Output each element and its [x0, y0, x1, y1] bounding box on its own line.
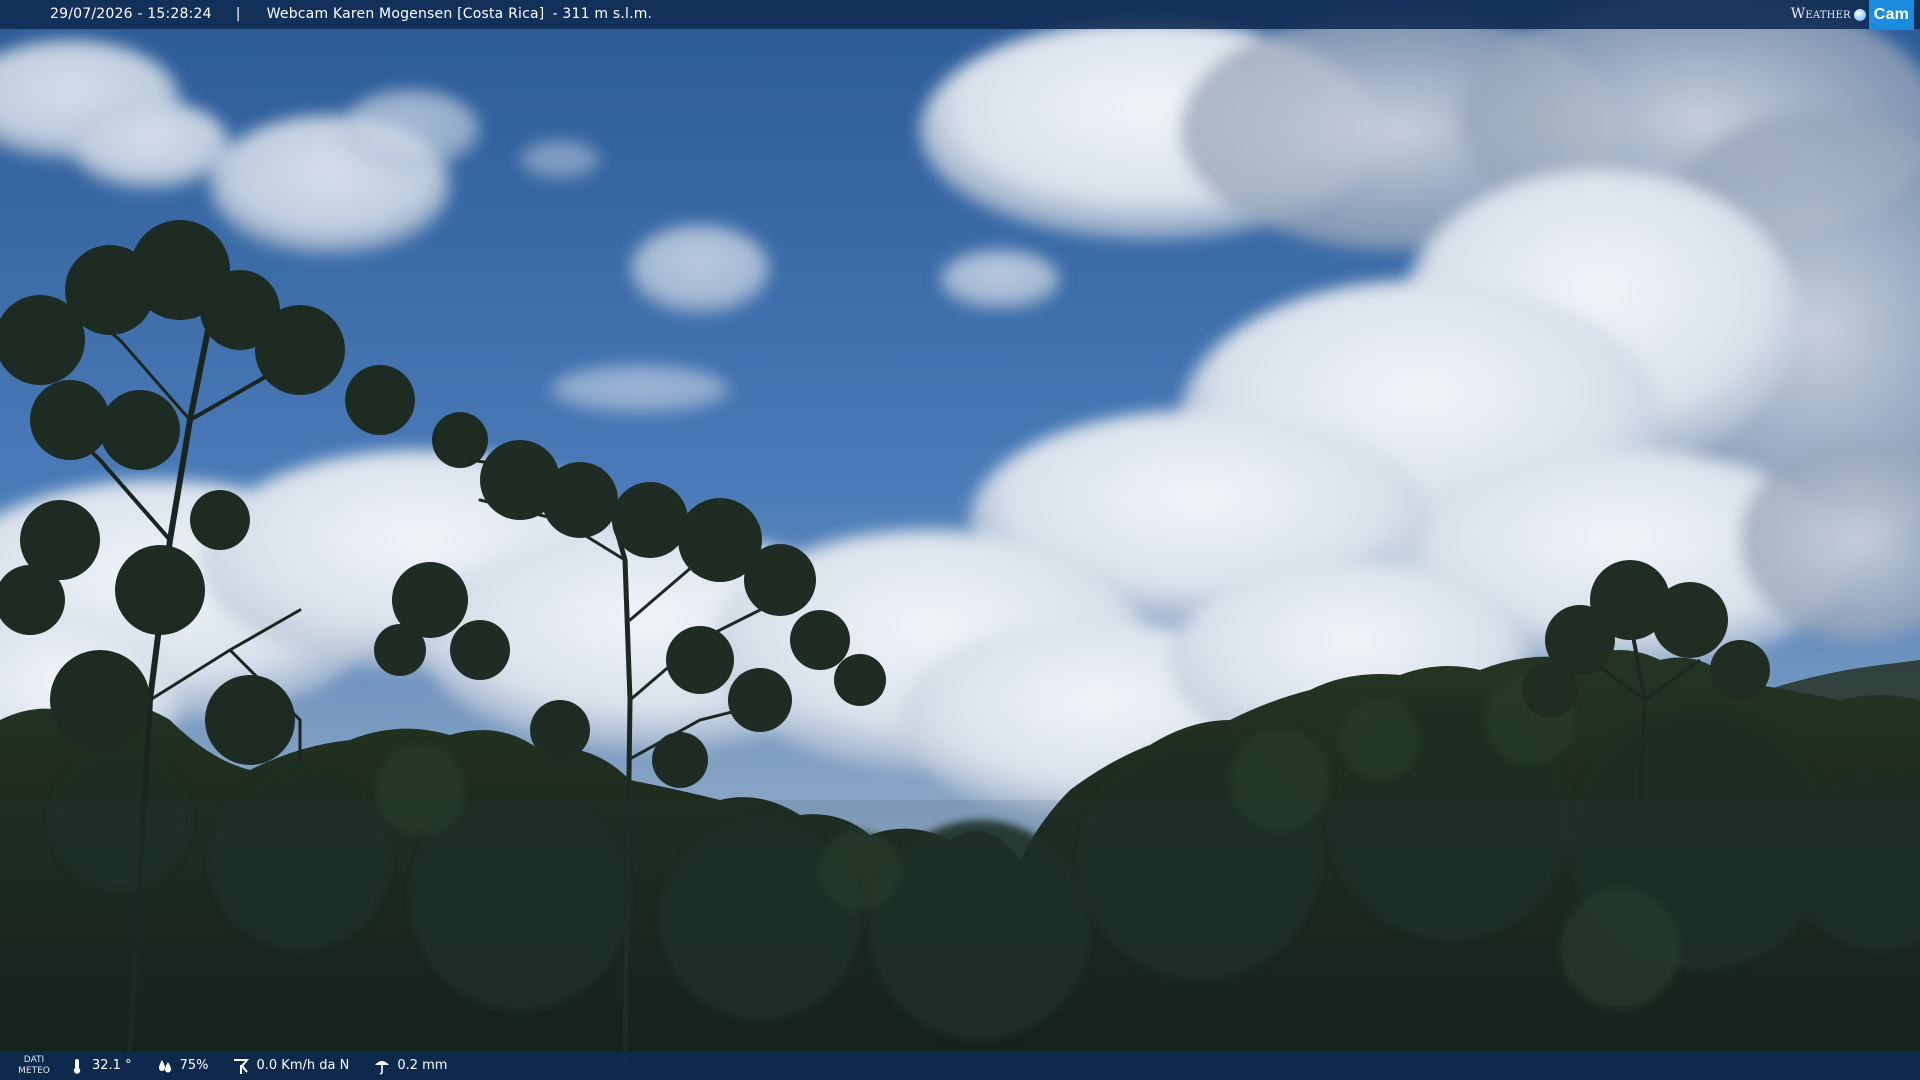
- altitude: - 311 m s.l.m.: [552, 6, 653, 22]
- humidity-value: 75%: [179, 1058, 209, 1073]
- thermometer-icon: [73, 1058, 81, 1074]
- rain-value: 0.2 mm: [397, 1058, 448, 1073]
- datetime: 29/07/2026 - 15:28:24: [50, 6, 212, 22]
- meteo-label: METEO: [18, 1065, 50, 1076]
- wind-reading: 0.0 Km/h da N: [232, 1057, 349, 1075]
- rain-reading: 0.2 mm: [373, 1057, 447, 1075]
- haze: [0, 800, 1920, 1080]
- webcam-image: [0, 0, 1920, 1080]
- humidity-icon: [158, 1059, 171, 1072]
- brand-cam: Cam: [1868, 0, 1914, 30]
- dati-label: DATI: [23, 1054, 45, 1065]
- humidity-reading: 75%: [156, 1057, 209, 1075]
- temperature-value: 32.1 °: [92, 1058, 132, 1073]
- webcam-landscape: [0, 0, 1920, 1080]
- header-bar: 29/07/2026 - 15:28:24 | Webcam Karen Mog…: [0, 0, 1920, 30]
- header-separator: |: [235, 6, 241, 22]
- weather-data-bar: DATI METEO 32.1 ° 75% 0.0 Km/h da N 0.2 …: [0, 1051, 1920, 1080]
- wind-value: 0.0 Km/h da N: [256, 1058, 350, 1073]
- temperature-reading: 32.1 °: [68, 1057, 132, 1075]
- wind-icon: [234, 1058, 250, 1074]
- rain-icon: [375, 1060, 390, 1074]
- brand-weather: Weather: [1790, 6, 1851, 22]
- dati-meteo-label: DATI METEO: [0, 1055, 68, 1077]
- webcam-title: Webcam Karen Mogensen [Costa Rica]: [266, 6, 545, 22]
- brand-dot-icon: [1853, 8, 1866, 21]
- weathercam-logo: Weather Cam: [1790, 0, 1920, 30]
